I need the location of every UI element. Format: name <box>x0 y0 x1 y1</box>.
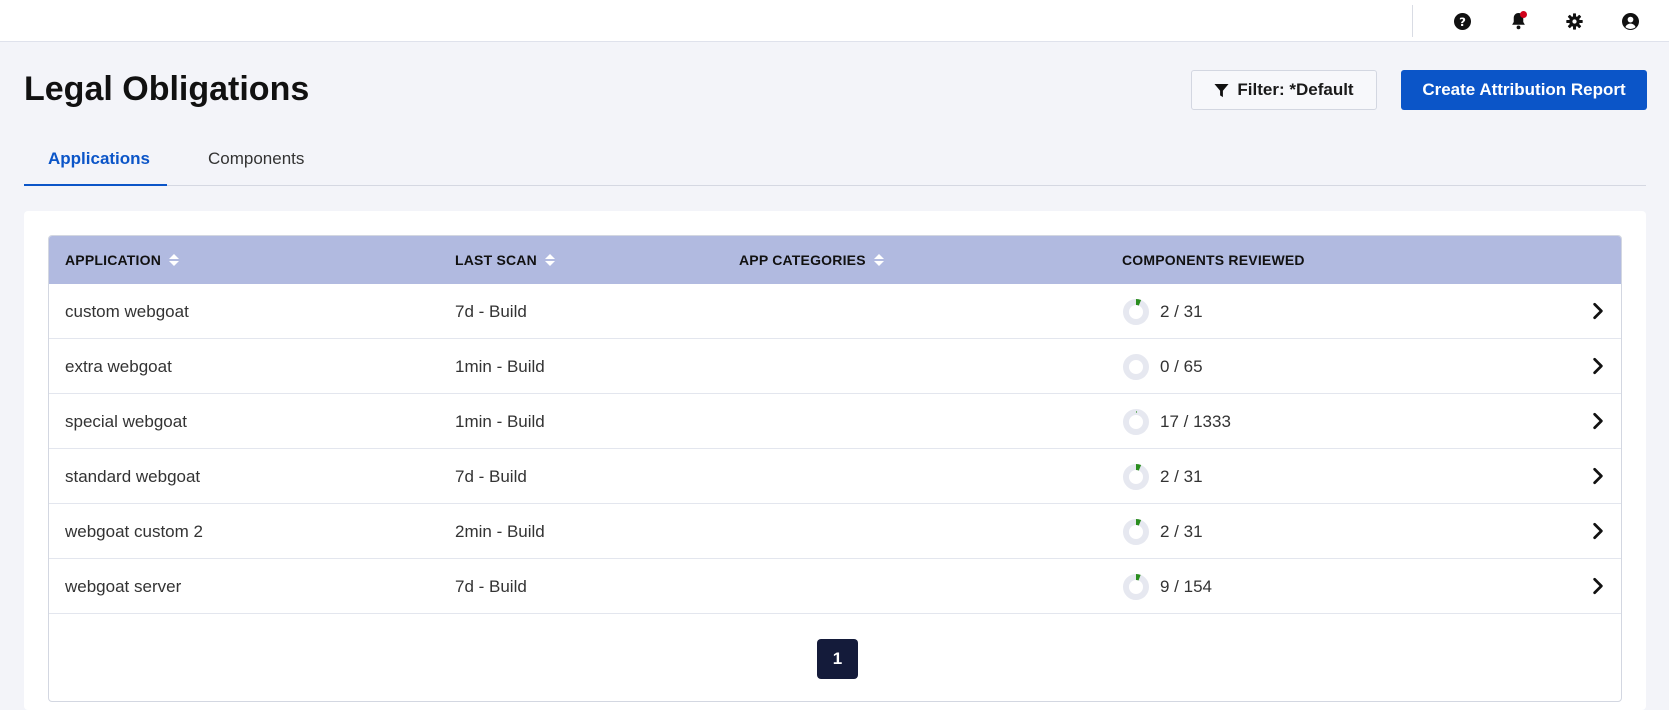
user-icon[interactable] <box>1620 11 1640 31</box>
components-reviewed-label: 2 / 31 <box>1160 521 1203 541</box>
header-components-reviewed-label: COMPONENTS REVIEWED <box>1122 252 1305 268</box>
chevron-right-icon[interactable] <box>1589 302 1607 320</box>
notification-dot <box>1520 11 1527 18</box>
page-button-1[interactable]: 1 <box>817 639 858 679</box>
progress-donut <box>1123 408 1149 435</box>
last-scan: 1min - Build <box>455 356 545 376</box>
last-scan: 7d - Build <box>455 576 527 596</box>
components-reviewed-label: 2 / 31 <box>1160 466 1203 486</box>
progress-donut <box>1123 353 1149 380</box>
components-reviewed-label: 17 / 1333 <box>1160 411 1231 431</box>
components-reviewed: 2 / 31 <box>1122 284 1203 339</box>
last-scan: 7d - Build <box>455 466 527 486</box>
application-name: standard webgoat <box>65 466 201 486</box>
components-reviewed: 2 / 31 <box>1122 449 1203 504</box>
components-reviewed: 0 / 65 <box>1122 339 1203 394</box>
header-last-scan[interactable]: LAST SCAN <box>455 236 555 284</box>
header-app-categories[interactable]: APP CATEGORIES <box>739 236 884 284</box>
table-row[interactable]: extra webgoat 1min - Build 0 / 65 <box>49 339 1621 394</box>
application-name: webgoat custom 2 <box>65 521 203 541</box>
components-reviewed: 2 / 31 <box>1122 504 1203 559</box>
header-components-reviewed: COMPONENTS REVIEWED <box>1122 236 1305 284</box>
filter-icon <box>1214 83 1229 97</box>
progress-donut <box>1123 518 1149 545</box>
application-name: webgoat server <box>65 576 182 596</box>
sort-icon[interactable] <box>544 254 555 266</box>
last-scan: 2min - Build <box>455 521 545 541</box>
gear-icon[interactable] <box>1564 11 1584 31</box>
header-application[interactable]: APPLICATION <box>65 236 180 284</box>
table-row[interactable]: standard webgoat 7d - Build 2 / 31 <box>49 449 1621 504</box>
components-reviewed-label: 2 / 31 <box>1160 301 1203 321</box>
chevron-right-icon[interactable] <box>1589 467 1607 485</box>
chevron-right-icon[interactable] <box>1589 412 1607 430</box>
svg-text:?: ? <box>1459 14 1466 28</box>
last-scan: 1min - Build <box>455 411 545 431</box>
header-application-label: APPLICATION <box>65 252 162 268</box>
pagination: 1 <box>49 614 1621 701</box>
tab-bar: Applications Components <box>24 140 1646 186</box>
progress-donut <box>1123 463 1149 490</box>
application-name: extra webgoat <box>65 356 172 376</box>
create-attribution-report-button[interactable]: Create Attribution Report <box>1401 70 1647 110</box>
tab-components[interactable]: Components <box>184 140 328 186</box>
topbar-divider <box>1412 5 1413 37</box>
progress-donut <box>1123 573 1149 600</box>
table-row[interactable]: webgoat custom 2 2min - Build 2 / 31 <box>49 504 1621 559</box>
filter-button-label: Filter: *Default <box>1237 80 1354 99</box>
applications-table: APPLICATION LAST SCAN APP CATEGORIES COM… <box>48 235 1622 702</box>
last-scan: 7d - Build <box>455 301 527 321</box>
application-name: special webgoat <box>65 411 187 431</box>
applications-card: APPLICATION LAST SCAN APP CATEGORIES COM… <box>24 211 1646 710</box>
table-row[interactable]: custom webgoat 7d - Build 2 / 31 <box>49 284 1621 339</box>
page-title: Legal Obligations <box>24 70 310 108</box>
sort-icon[interactable] <box>873 254 884 266</box>
sort-icon[interactable] <box>169 254 180 266</box>
components-reviewed: 17 / 1333 <box>1122 394 1231 449</box>
header-last-scan-label: LAST SCAN <box>455 252 537 268</box>
bell-icon[interactable] <box>1508 11 1528 31</box>
application-name: custom webgoat <box>65 301 189 321</box>
filter-button[interactable]: Filter: *Default <box>1191 70 1377 110</box>
components-reviewed-label: 0 / 65 <box>1160 356 1203 376</box>
components-reviewed: 9 / 154 <box>1122 559 1212 614</box>
table-row[interactable]: webgoat server 7d - Build 9 / 154 <box>49 559 1621 614</box>
tab-applications[interactable]: Applications <box>24 140 167 186</box>
chevron-right-icon[interactable] <box>1589 577 1607 595</box>
progress-donut <box>1123 298 1149 325</box>
table-header: APPLICATION LAST SCAN APP CATEGORIES COM… <box>49 236 1621 284</box>
components-reviewed-label: 9 / 154 <box>1160 576 1212 596</box>
top-bar: ? <box>0 0 1669 42</box>
table-row[interactable]: special webgoat 1min - Build 17 / 1333 <box>49 394 1621 449</box>
help-icon[interactable]: ? <box>1452 11 1472 31</box>
chevron-right-icon[interactable] <box>1589 357 1607 375</box>
chevron-right-icon[interactable] <box>1589 522 1607 540</box>
header-app-categories-label: APP CATEGORIES <box>739 252 866 268</box>
